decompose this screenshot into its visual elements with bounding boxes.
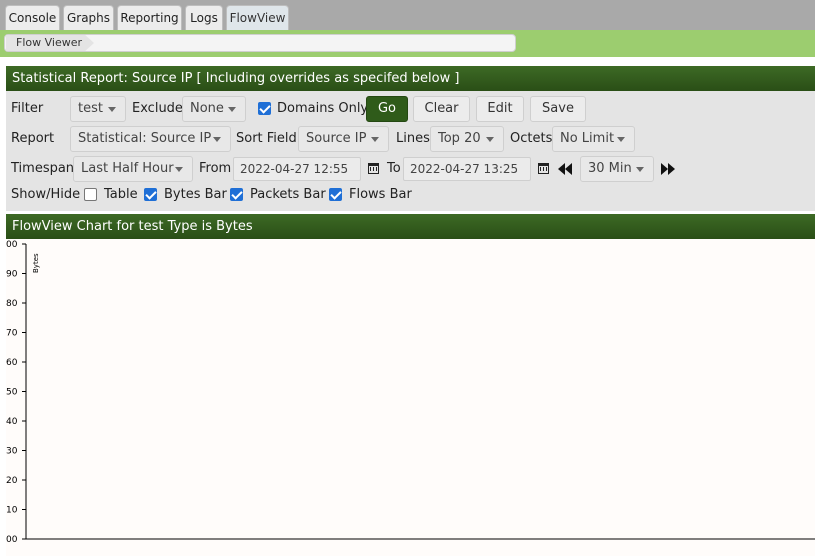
tab-console[interactable]: Console <box>5 5 60 30</box>
report-label: Report <box>11 131 55 146</box>
clear-button[interactable]: Clear <box>413 96 470 122</box>
rewind-icon[interactable] <box>558 163 572 175</box>
chevron-down-icon <box>486 137 494 142</box>
breadcrumb-item-flow-viewer[interactable]: Flow Viewer <box>6 35 94 51</box>
packets-bar-checkbox[interactable] <box>230 188 243 201</box>
domains-only-checkbox[interactable] <box>258 102 271 115</box>
report-title: Statistical Report: Source IP [ Includin… <box>6 66 815 91</box>
bytes-chart: 00 90 80 70 60 50 40 30 20 10 00 Bytes <box>6 240 815 545</box>
edit-button[interactable]: Edit <box>476 96 524 122</box>
calendar-icon[interactable] <box>538 163 549 174</box>
octets-select[interactable]: No Limit <box>552 126 635 152</box>
calendar-icon[interactable] <box>368 163 379 174</box>
octets-label: Octets <box>510 131 553 146</box>
y-tick-label: 90 <box>6 270 18 280</box>
from-date-input[interactable]: 2022-04-27 12:55 <box>233 157 361 181</box>
fast-forward-icon[interactable] <box>661 163 675 175</box>
report-select[interactable]: Statistical: Source IP <box>70 126 231 152</box>
chevron-down-icon <box>371 137 379 142</box>
flows-bar-label: Flows Bar <box>349 187 412 202</box>
timespan-value: Last Half Hour <box>81 161 174 176</box>
chart-title: FlowView Chart for test Type is Bytes <box>6 214 815 239</box>
lines-select[interactable]: Top 20 <box>430 126 504 152</box>
chevron-down-icon <box>213 137 221 142</box>
chevron-down-icon <box>108 107 116 112</box>
to-label: To <box>387 161 401 176</box>
chevron-down-icon <box>617 137 625 142</box>
tab-reporting[interactable]: Reporting <box>117 5 182 30</box>
lines-label: Lines <box>396 131 430 146</box>
lines-value: Top 20 <box>438 131 481 146</box>
y-tick-label: 30 <box>6 447 18 457</box>
save-button[interactable]: Save <box>530 96 586 122</box>
tab-graphs[interactable]: Graphs <box>63 5 114 30</box>
interval-select[interactable]: 30 Min <box>580 156 654 182</box>
sort-field-value: Source IP <box>306 131 367 146</box>
filter-label: Filter <box>11 101 44 116</box>
flows-bar-checkbox[interactable] <box>329 188 342 201</box>
y-tick-label: 70 <box>6 329 18 339</box>
timespan-select[interactable]: Last Half Hour <box>73 156 193 182</box>
show-hide-label: Show/Hide <box>11 187 81 202</box>
domains-only-label: Domains Only <box>277 101 369 116</box>
sort-field-select[interactable]: Source IP <box>298 126 389 152</box>
y-tick-label: 40 <box>6 417 18 427</box>
bytes-bar-checkbox[interactable] <box>144 188 157 201</box>
packets-bar-label: Packets Bar <box>250 187 326 202</box>
y-tick-label: 60 <box>6 358 18 368</box>
from-label: From <box>199 161 232 176</box>
timespan-label: Timespan <box>11 161 75 176</box>
octets-value: No Limit <box>560 131 615 146</box>
chevron-down-icon <box>228 107 236 112</box>
y-tick-label: 50 <box>6 388 18 398</box>
report-value: Statistical: Source IP <box>78 131 212 146</box>
chevron-down-icon <box>636 167 644 172</box>
y-tick-label: 00 <box>6 535 18 545</box>
to-date-input[interactable]: 2022-04-27 13:25 <box>403 157 531 181</box>
y-tick-label: 00 <box>6 240 18 250</box>
exclude-value: None <box>190 101 224 116</box>
y-axis-label: Bytes <box>32 253 40 273</box>
go-button[interactable]: Go <box>366 96 408 122</box>
chevron-down-icon <box>175 167 183 172</box>
y-tick-label: 80 <box>6 299 18 309</box>
y-tick-label: 20 <box>6 476 18 486</box>
interval-value: 30 Min <box>588 161 632 176</box>
exclude-label: Exclude <box>132 101 183 116</box>
y-tick-label: 10 <box>6 506 18 516</box>
table-checkbox[interactable] <box>84 188 97 201</box>
bytes-bar-label: Bytes Bar <box>164 187 227 202</box>
table-label: Table <box>104 187 138 202</box>
sort-field-label: Sort Field <box>236 131 297 146</box>
exclude-select[interactable]: None <box>182 96 246 122</box>
filter-value: test <box>78 101 103 116</box>
tab-flowview[interactable]: FlowView <box>226 5 289 30</box>
filter-select[interactable]: test <box>70 96 126 122</box>
tab-logs[interactable]: Logs <box>185 5 223 30</box>
